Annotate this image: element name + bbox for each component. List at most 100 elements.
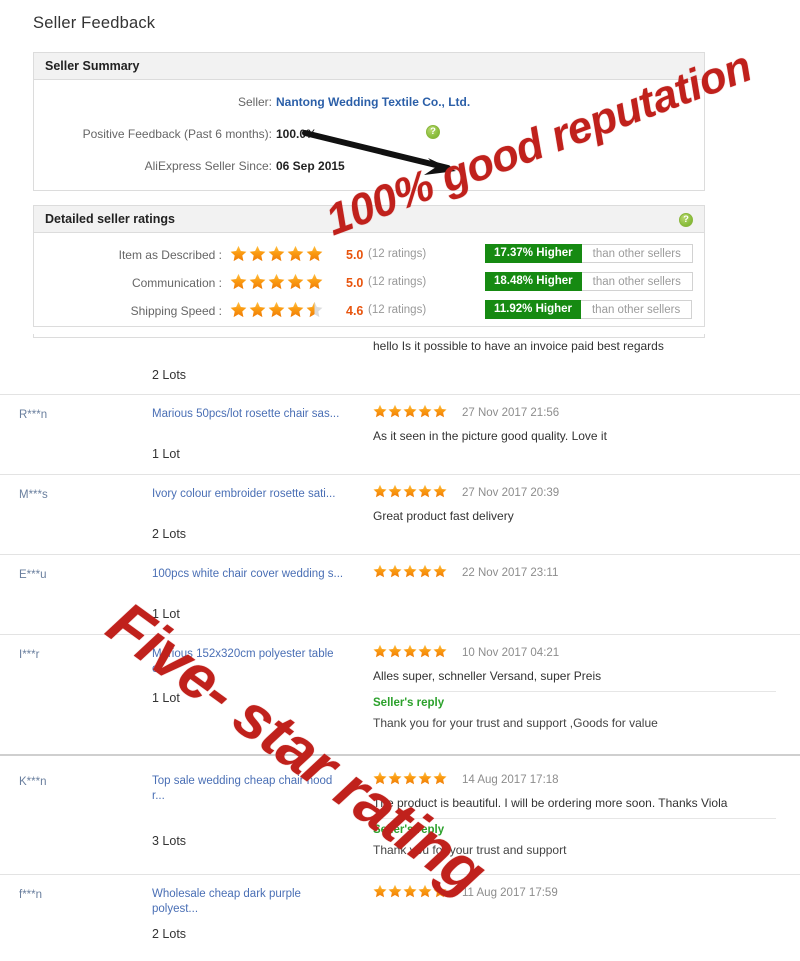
star-icon [268, 301, 285, 318]
seller-label: Seller: [237, 95, 272, 109]
feedback-username[interactable]: R***n [19, 409, 47, 421]
star-icon [306, 245, 323, 262]
feedback-star-rating [373, 883, 448, 899]
comparison-suffix: than other sellers [581, 272, 693, 291]
feedback-product-link[interactable]: Ivory colour embroider rosette sati... [152, 487, 348, 502]
star-icon [433, 884, 447, 898]
reply-divider [373, 691, 776, 692]
positive-feedback-label: Positive Feedback (Past 6 months): [82, 127, 272, 141]
feedback-quantity: 2 Lots [152, 368, 187, 382]
rating-count: (12 ratings) [368, 276, 427, 288]
feedback-product-link[interactable]: Top sale wedding cheap chair hood r... [152, 774, 348, 804]
seller-reply-title: Seller's reply [373, 824, 445, 836]
feedback-row: 2 Lots hello Is it possible to have an in… [0, 334, 800, 394]
seller-reply-text: Thank you for your trust and support ,Go… [373, 716, 658, 730]
detailed-ratings-title: Detailed seller ratings [45, 212, 175, 226]
detailed-ratings-header: Detailed seller ratings ? [34, 206, 704, 233]
feedback-username[interactable]: E***u [19, 569, 47, 581]
feedback-star-rating [373, 643, 448, 659]
feedback-product-link[interactable]: Wholesale cheap dark purple polyest... [152, 887, 348, 917]
help-icon[interactable]: ? [679, 213, 693, 227]
star-icon [388, 484, 402, 498]
feedback-comment: Alles super, schneller Versand, super Pr… [373, 669, 602, 683]
seller-since-label: AliExpress Seller Since: [144, 159, 272, 173]
feedback-row: E***u 100pcs white chair cover wedding s.… [0, 554, 800, 634]
star-icon [418, 884, 432, 898]
star-icon [418, 404, 432, 418]
feedback-date: 22 Nov 2017 23:11 [462, 567, 559, 579]
feedback-comment: As it seen in the picture good quality. … [373, 429, 607, 443]
feedback-row: K***n Top sale wedding cheap chair hood r… [0, 754, 800, 874]
star-icon [433, 404, 447, 418]
reply-divider [373, 818, 776, 819]
feedback-row: f***n Wholesale cheap dark purple polyest… [0, 874, 800, 960]
feedback-row: M***s Ivory colour embroider rosette sati… [0, 474, 800, 554]
seller-name-link[interactable]: Nantong Wedding Textile Co., Ltd. [276, 95, 470, 109]
star-icon [403, 644, 417, 658]
star-icon [306, 273, 323, 290]
feedback-username[interactable]: f***n [19, 889, 42, 901]
feedback-date: 27 Nov 2017 20:39 [462, 487, 560, 499]
feedback-star-rating [373, 770, 448, 786]
feedback-comment: The product is beautiful. I will be orde… [373, 796, 728, 810]
feedback-quantity: 3 Lots [152, 834, 187, 848]
comparison-badge: 17.37% Higher than other sellers [485, 244, 693, 263]
rating-score: 5.0 [346, 276, 364, 290]
feedback-row: R***n Marious 50pcs/lot rosette chair sas… [0, 394, 800, 474]
positive-feedback-value: 100.0% [276, 127, 317, 141]
feedback-date: 14 Aug 2017 17:18 [462, 774, 559, 786]
feedback-product-link[interactable]: 100pcs white chair cover wedding s... [152, 567, 348, 582]
feedback-product-link[interactable]: Marious 50pcs/lot rosette chair sas... [152, 407, 348, 422]
star-icon [249, 273, 266, 290]
star-icon [388, 404, 402, 418]
rating-row-shipping-speed: Shipping Speed : 4.6 (12 ratings) 11.92%… [34, 300, 704, 322]
summary-row-seller: Seller: Nantong Wedding Textile Co., Ltd… [34, 95, 704, 111]
feedback-quantity: 2 Lots [152, 927, 187, 941]
feedback-quantity: 1 Lot [152, 607, 180, 621]
seller-reply-title: Seller's reply [373, 697, 445, 709]
star-rating [230, 301, 325, 318]
comparison-value: 17.37% Higher [485, 244, 582, 263]
rating-row-communication: Communication : 5.0 (12 ratings) 18.48% … [34, 272, 704, 294]
star-icon [373, 564, 387, 578]
rating-label: Shipping Speed : [130, 304, 222, 318]
feedback-comment: hello Is it possible to have an invoice … [373, 339, 664, 353]
star-rating [230, 245, 325, 262]
seller-since-value: 06 Sep 2015 [276, 159, 345, 173]
star-icon [433, 771, 447, 785]
star-rating [230, 273, 325, 290]
star-icon [230, 301, 247, 318]
star-icon [287, 245, 304, 262]
feedback-username[interactable]: M***s [19, 489, 48, 501]
feedback-date: 10 Nov 2017 04:21 [462, 647, 560, 659]
star-icon [373, 404, 387, 418]
feedback-username[interactable]: I***r [19, 649, 39, 661]
feedback-quantity: 2 Lots [152, 527, 187, 541]
star-icon [373, 484, 387, 498]
rating-label: Communication : [131, 276, 222, 290]
star-icon [403, 771, 417, 785]
comparison-value: 11.92% Higher [485, 300, 581, 319]
comparison-suffix: than other sellers [581, 244, 693, 263]
rating-count: (12 ratings) [368, 248, 427, 260]
star-icon [230, 245, 247, 262]
feedback-username[interactable]: K***n [19, 776, 47, 788]
star-icon [388, 771, 402, 785]
feedback-product-link[interactable]: Marious 152x320cm polyester table c... [152, 647, 348, 677]
star-icon [249, 301, 266, 318]
star-icon [418, 484, 432, 498]
summary-row-seller-since: AliExpress Seller Since: 06 Sep 2015 [34, 159, 704, 175]
star-icon [268, 273, 285, 290]
star-icon [388, 564, 402, 578]
rating-count: (12 ratings) [368, 304, 427, 316]
star-icon [433, 484, 447, 498]
seller-summary-panel: Seller Summary Seller: Nantong Wedding T… [33, 52, 705, 191]
feedback-star-rating [373, 483, 448, 499]
detailed-seller-ratings-panel: Detailed seller ratings ? Item as Descri… [33, 205, 705, 327]
seller-summary-header: Seller Summary [34, 53, 704, 80]
comparison-value: 18.48% Higher [485, 272, 582, 291]
seller-reply-text: Thank you for your trust and support [373, 843, 567, 857]
star-icon [388, 644, 402, 658]
help-icon[interactable]: ? [426, 125, 440, 139]
feedback-quantity: 1 Lot [152, 691, 180, 705]
